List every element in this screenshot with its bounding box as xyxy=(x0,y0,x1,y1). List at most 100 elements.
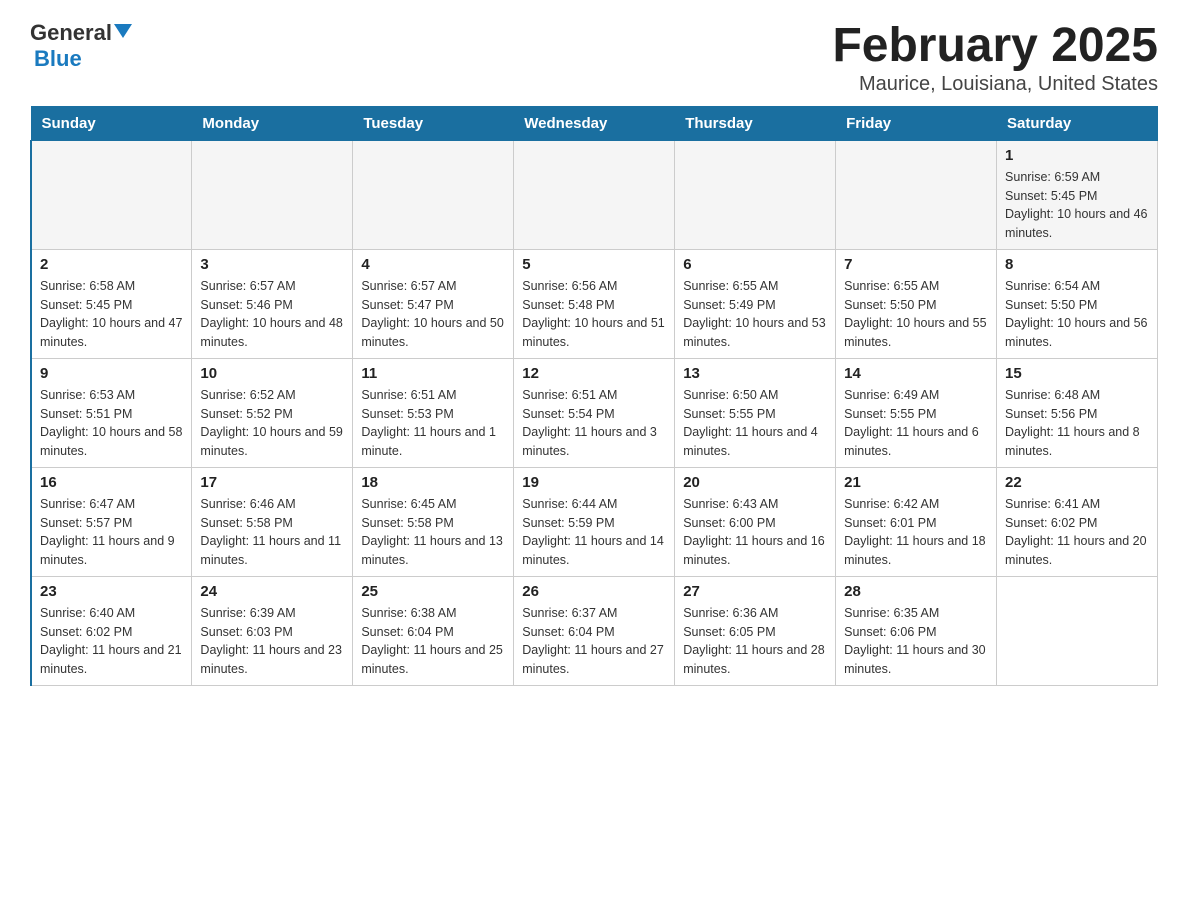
day-detail: Sunrise: 6:45 AMSunset: 5:58 PMDaylight:… xyxy=(361,495,505,570)
day-detail: Sunrise: 6:47 AMSunset: 5:57 PMDaylight:… xyxy=(40,495,183,570)
calendar-cell: 19 Sunrise: 6:44 AMSunset: 5:59 PMDayligh… xyxy=(514,467,675,576)
day-number: 9 xyxy=(40,365,183,382)
day-detail: Sunrise: 6:44 AMSunset: 5:59 PMDaylight:… xyxy=(522,495,666,570)
day-number: 24 xyxy=(200,583,344,600)
days-of-week-row: Sunday Monday Tuesday Wednesday Thursday… xyxy=(31,106,1158,140)
calendar-header: Sunday Monday Tuesday Wednesday Thursday… xyxy=(31,106,1158,140)
day-detail: Sunrise: 6:55 AMSunset: 5:49 PMDaylight:… xyxy=(683,277,827,352)
day-number: 14 xyxy=(844,365,988,382)
day-number: 2 xyxy=(40,256,183,273)
day-detail: Sunrise: 6:53 AMSunset: 5:51 PMDaylight:… xyxy=(40,386,183,461)
col-thursday: Thursday xyxy=(675,106,836,140)
day-detail: Sunrise: 6:38 AMSunset: 6:04 PMDaylight:… xyxy=(361,604,505,679)
calendar-cell: 15 Sunrise: 6:48 AMSunset: 5:56 PMDayligh… xyxy=(997,358,1158,467)
calendar-cell: 26 Sunrise: 6:37 AMSunset: 6:04 PMDayligh… xyxy=(514,576,675,685)
day-detail: Sunrise: 6:58 AMSunset: 5:45 PMDaylight:… xyxy=(40,277,183,352)
day-number: 6 xyxy=(683,256,827,273)
day-detail: Sunrise: 6:46 AMSunset: 5:58 PMDaylight:… xyxy=(200,495,344,570)
calendar-cell xyxy=(353,140,514,249)
calendar-cell: 28 Sunrise: 6:35 AMSunset: 6:06 PMDayligh… xyxy=(836,576,997,685)
day-number: 8 xyxy=(1005,256,1149,273)
day-detail: Sunrise: 6:52 AMSunset: 5:52 PMDaylight:… xyxy=(200,386,344,461)
day-detail: Sunrise: 6:49 AMSunset: 5:55 PMDaylight:… xyxy=(844,386,988,461)
day-number: 19 xyxy=(522,474,666,491)
logo-triangle-icon xyxy=(114,24,132,43)
day-number: 21 xyxy=(844,474,988,491)
calendar-cell: 23 Sunrise: 6:40 AMSunset: 6:02 PMDayligh… xyxy=(31,576,192,685)
day-number: 27 xyxy=(683,583,827,600)
day-detail: Sunrise: 6:40 AMSunset: 6:02 PMDaylight:… xyxy=(40,604,183,679)
calendar-cell: 21 Sunrise: 6:42 AMSunset: 6:01 PMDayligh… xyxy=(836,467,997,576)
col-sunday: Sunday xyxy=(31,106,192,140)
calendar-week-row: 9 Sunrise: 6:53 AMSunset: 5:51 PMDaylight… xyxy=(31,358,1158,467)
calendar-cell: 5Sunrise: 6:56 AMSunset: 5:48 PMDaylight… xyxy=(514,249,675,358)
day-number: 28 xyxy=(844,583,988,600)
calendar-cell: 6 Sunrise: 6:55 AMSunset: 5:49 PMDaylight… xyxy=(675,249,836,358)
calendar-week-row: 1Sunrise: 6:59 AMSunset: 5:45 PMDaylight… xyxy=(31,140,1158,249)
day-detail: Sunrise: 6:55 AMSunset: 5:50 PMDaylight:… xyxy=(844,277,988,352)
col-friday: Friday xyxy=(836,106,997,140)
day-number: 15 xyxy=(1005,365,1149,382)
calendar-cell xyxy=(514,140,675,249)
day-detail: Sunrise: 6:59 AMSunset: 5:45 PMDaylight:… xyxy=(1005,168,1149,243)
page-title: February 2025 xyxy=(832,20,1158,73)
day-detail: Sunrise: 6:43 AMSunset: 6:00 PMDaylight:… xyxy=(683,495,827,570)
calendar-cell: 14 Sunrise: 6:49 AMSunset: 5:55 PMDayligh… xyxy=(836,358,997,467)
day-number: 18 xyxy=(361,474,505,491)
day-detail: Sunrise: 6:57 AMSunset: 5:46 PMDaylight:… xyxy=(200,277,344,352)
calendar-cell xyxy=(997,576,1158,685)
day-number: 3 xyxy=(200,256,344,273)
calendar-cell: 11 Sunrise: 6:51 AMSunset: 5:53 PMDayligh… xyxy=(353,358,514,467)
day-detail: Sunrise: 6:48 AMSunset: 5:56 PMDaylight:… xyxy=(1005,386,1149,461)
calendar-cell: 7 Sunrise: 6:55 AMSunset: 5:50 PMDaylight… xyxy=(836,249,997,358)
day-number: 13 xyxy=(683,365,827,382)
calendar-week-row: 23 Sunrise: 6:40 AMSunset: 6:02 PMDayligh… xyxy=(31,576,1158,685)
day-detail: Sunrise: 6:56 AMSunset: 5:48 PMDaylight:… xyxy=(522,277,666,352)
calendar-cell xyxy=(31,140,192,249)
day-detail: Sunrise: 6:39 AMSunset: 6:03 PMDaylight:… xyxy=(200,604,344,679)
day-detail: Sunrise: 6:50 AMSunset: 5:55 PMDaylight:… xyxy=(683,386,827,461)
day-detail: Sunrise: 6:51 AMSunset: 5:54 PMDaylight:… xyxy=(522,386,666,461)
day-detail: Sunrise: 6:42 AMSunset: 6:01 PMDaylight:… xyxy=(844,495,988,570)
day-number: 11 xyxy=(361,365,505,382)
calendar-cell: 13 Sunrise: 6:50 AMSunset: 5:55 PMDayligh… xyxy=(675,358,836,467)
col-wednesday: Wednesday xyxy=(514,106,675,140)
day-number: 4 xyxy=(361,256,505,273)
day-detail: Sunrise: 6:54 AMSunset: 5:50 PMDaylight:… xyxy=(1005,277,1149,352)
calendar-cell xyxy=(675,140,836,249)
day-number: 22 xyxy=(1005,474,1149,491)
calendar-cell: 24 Sunrise: 6:39 AMSunset: 6:03 PMDayligh… xyxy=(192,576,353,685)
calendar-cell: 16 Sunrise: 6:47 AMSunset: 5:57 PMDayligh… xyxy=(31,467,192,576)
calendar-week-row: 16 Sunrise: 6:47 AMSunset: 5:57 PMDayligh… xyxy=(31,467,1158,576)
col-monday: Monday xyxy=(192,106,353,140)
calendar-cell: 17 Sunrise: 6:46 AMSunset: 5:58 PMDayligh… xyxy=(192,467,353,576)
title-block: February 2025 Maurice, Louisiana, United… xyxy=(832,20,1158,96)
col-saturday: Saturday xyxy=(997,106,1158,140)
calendar-cell: 10Sunrise: 6:52 AMSunset: 5:52 PMDayligh… xyxy=(192,358,353,467)
page-header: General Blue February 2025 Maurice, Loui… xyxy=(30,20,1158,96)
logo: General Blue xyxy=(30,20,133,72)
calendar-cell xyxy=(836,140,997,249)
day-detail: Sunrise: 6:37 AMSunset: 6:04 PMDaylight:… xyxy=(522,604,666,679)
calendar-cell: 18 Sunrise: 6:45 AMSunset: 5:58 PMDayligh… xyxy=(353,467,514,576)
calendar-cell: 20 Sunrise: 6:43 AMSunset: 6:00 PMDayligh… xyxy=(675,467,836,576)
calendar-week-row: 2 Sunrise: 6:58 AMSunset: 5:45 PMDaylight… xyxy=(31,249,1158,358)
day-number: 7 xyxy=(844,256,988,273)
day-detail: Sunrise: 6:57 AMSunset: 5:47 PMDaylight:… xyxy=(361,277,505,352)
calendar-cell: 22Sunrise: 6:41 AMSunset: 6:02 PMDayligh… xyxy=(997,467,1158,576)
day-detail: Sunrise: 6:36 AMSunset: 6:05 PMDaylight:… xyxy=(683,604,827,679)
calendar-cell: 4 Sunrise: 6:57 AMSunset: 5:47 PMDaylight… xyxy=(353,249,514,358)
logo-general-text: General xyxy=(30,20,112,46)
day-number: 16 xyxy=(40,474,183,491)
calendar-cell: 12Sunrise: 6:51 AMSunset: 5:54 PMDayligh… xyxy=(514,358,675,467)
day-detail: Sunrise: 6:51 AMSunset: 5:53 PMDaylight:… xyxy=(361,386,505,461)
day-number: 20 xyxy=(683,474,827,491)
day-number: 23 xyxy=(40,583,183,600)
calendar-cell: 1Sunrise: 6:59 AMSunset: 5:45 PMDaylight… xyxy=(997,140,1158,249)
day-detail: Sunrise: 6:35 AMSunset: 6:06 PMDaylight:… xyxy=(844,604,988,679)
calendar-cell: 9 Sunrise: 6:53 AMSunset: 5:51 PMDaylight… xyxy=(31,358,192,467)
day-number: 26 xyxy=(522,583,666,600)
day-number: 17 xyxy=(200,474,344,491)
col-tuesday: Tuesday xyxy=(353,106,514,140)
day-number: 25 xyxy=(361,583,505,600)
